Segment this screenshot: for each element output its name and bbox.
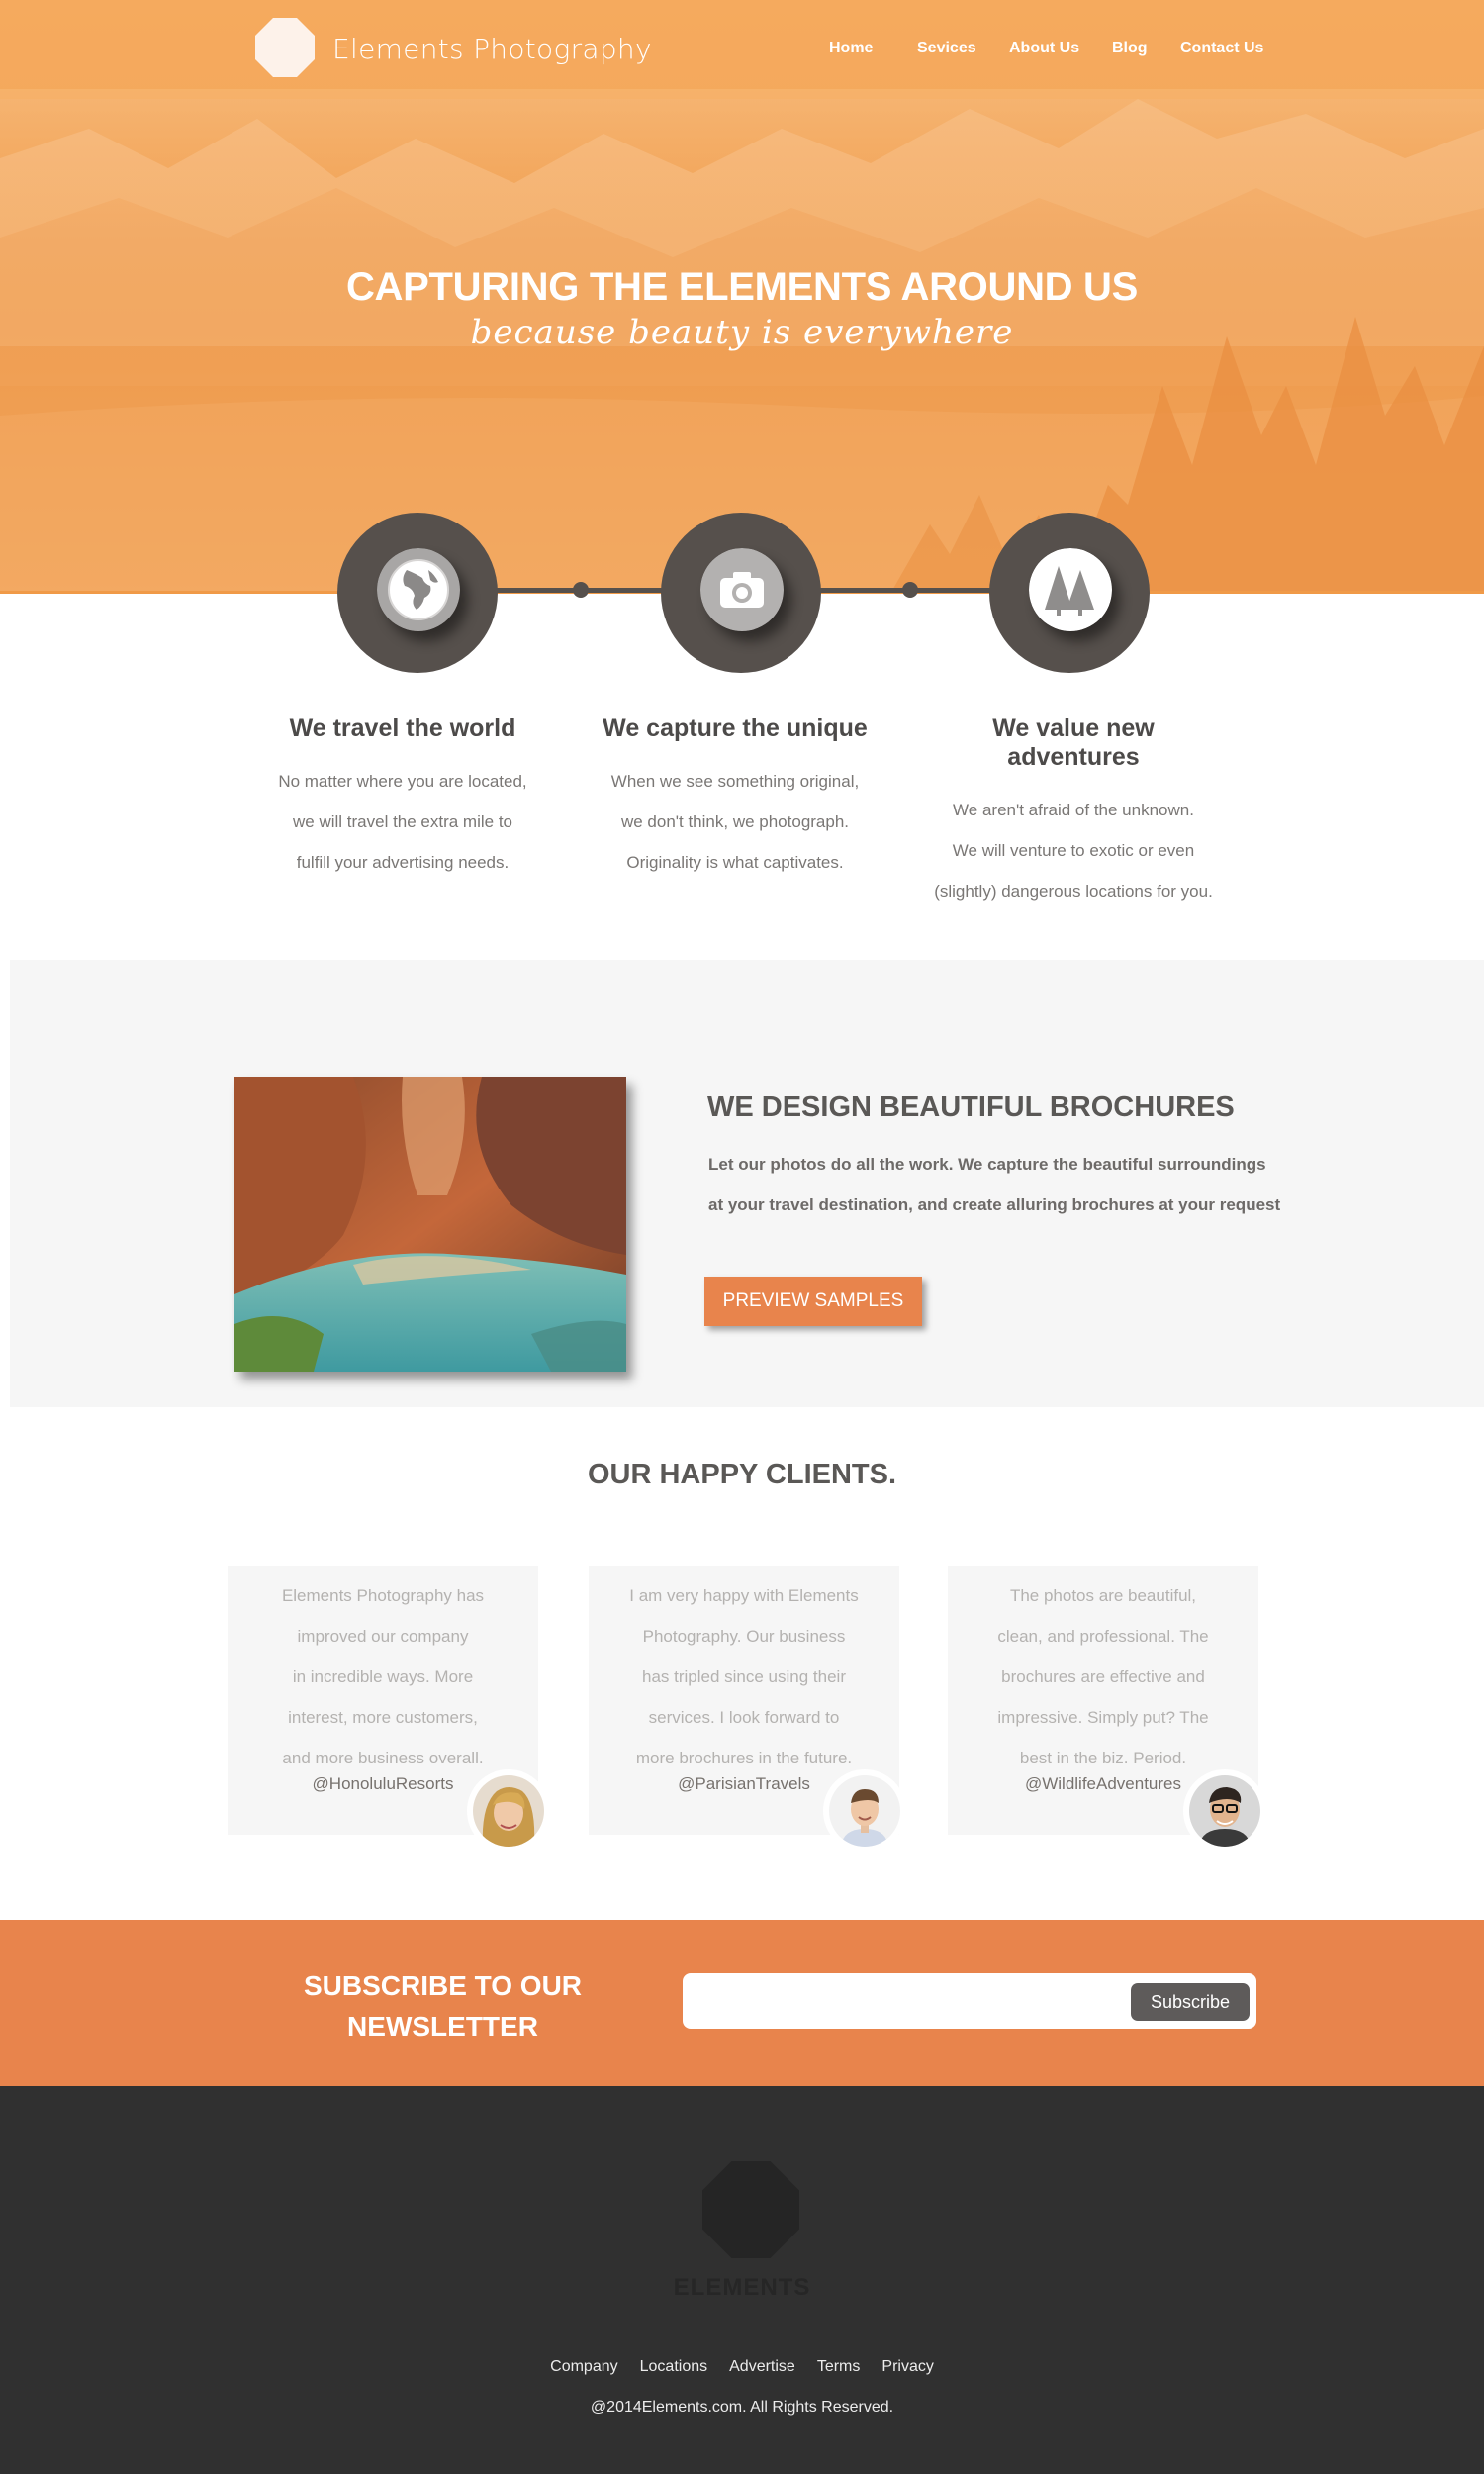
quote-line: in incredible ways. More xyxy=(292,1667,474,1686)
feature-line: we will travel the extra mile to xyxy=(292,812,513,831)
quote-line: impressive. Simply put? The xyxy=(997,1708,1209,1727)
feature-line: (slightly) dangerous locations for you. xyxy=(934,882,1213,901)
nav-home[interactable]: Home xyxy=(829,40,873,57)
quote-line: more brochures in the future. xyxy=(635,1749,853,1767)
hero-section: Elements Photography Home Sevices About … xyxy=(0,0,1484,594)
quote-line: best in the biz. Period. xyxy=(1019,1749,1187,1767)
feature-text: We aren't afraid of the unknown. We will… xyxy=(925,790,1222,911)
quote-line: has tripled since using their xyxy=(641,1667,846,1686)
main-nav: Home Sevices About Us Blog Contact Us xyxy=(0,40,1484,61)
footer-logo-text: ELEMENTS xyxy=(673,2274,811,2301)
copyright-text: @2014Elements.com. All Rights Reserved. xyxy=(590,2399,894,2416)
brochure-line: at your travel destination, and create a… xyxy=(708,1195,1281,1214)
quote-line: interest, more customers, xyxy=(288,1708,478,1727)
quote-line: improved our company xyxy=(297,1627,469,1646)
avatar xyxy=(1183,1769,1266,1853)
feature-adventures: We value new adventures We aren't afraid… xyxy=(925,714,1222,911)
footer-link-terms[interactable]: Terms xyxy=(817,2358,861,2376)
footer-link-locations[interactable]: Locations xyxy=(640,2358,708,2376)
nav-about-us[interactable]: About Us xyxy=(1009,40,1079,57)
quote-line: services. I look forward to xyxy=(648,1708,840,1727)
feature-circle-capture xyxy=(661,513,821,673)
quote-line: Elements Photography has xyxy=(281,1586,485,1605)
globe-icon xyxy=(377,548,460,631)
avatar xyxy=(467,1769,550,1853)
brochure-line: Let our photos do all the work. We captu… xyxy=(708,1155,1266,1174)
feature-circle-travel xyxy=(337,513,498,673)
newsletter-title-line: SUBSCRIBE TO OUR xyxy=(303,1970,583,2001)
quote-line: and more business overall. xyxy=(282,1749,484,1767)
clients-title: OUR HAPPY CLIENTS. xyxy=(587,1459,897,1490)
testimonial-quote: Elements Photography has improved our co… xyxy=(228,1575,538,1778)
newsletter-title-line: NEWSLETTER xyxy=(347,2011,538,2042)
footer-link-company[interactable]: Company xyxy=(550,2358,617,2376)
footer-link-privacy[interactable]: Privacy xyxy=(881,2358,933,2376)
canyon-river-photo xyxy=(234,1077,626,1372)
feature-line: we don't think, we photograph. xyxy=(620,812,850,831)
avatar xyxy=(823,1769,906,1853)
nav-services[interactable]: Sevices xyxy=(917,40,976,57)
footer-link-advertise[interactable]: Advertise xyxy=(729,2358,795,2376)
nav-blog[interactable]: Blog xyxy=(1112,40,1148,57)
feature-text: When we see something original, we don't… xyxy=(587,761,883,883)
feature-line: No matter where you are located, xyxy=(278,772,527,791)
testimonial-quote: The photos are beautiful, clean, and pro… xyxy=(948,1575,1258,1778)
newsletter-title: SUBSCRIBE TO OUR NEWSLETTER xyxy=(287,1965,599,2046)
feature-circle-adventures xyxy=(989,513,1150,673)
quote-line: clean, and professional. The xyxy=(997,1627,1209,1646)
quote-line: Photography. Our business xyxy=(642,1627,846,1646)
timeline-dot xyxy=(902,582,918,598)
quote-line: The photos are beautiful, xyxy=(1009,1586,1197,1605)
testimonial-quote: I am very happy with Elements Photograph… xyxy=(589,1575,899,1778)
footer-nav: Company Locations Advertise Terms Privac… xyxy=(0,2358,1484,2376)
brochure-text: Let our photos do all the work. We captu… xyxy=(708,1144,1322,1225)
hero-subtitle: because beauty is everywhere xyxy=(470,313,1014,352)
feature-line: When we see something original, xyxy=(610,772,860,791)
feature-line: Originality is what captivates. xyxy=(626,853,844,872)
feature-line: fulfill your advertising needs. xyxy=(296,853,510,872)
quote-line: I am very happy with Elements xyxy=(629,1586,859,1605)
quote-line: brochures are effective and xyxy=(1001,1667,1205,1686)
feature-title: We value new adventures xyxy=(992,714,1155,771)
trees-icon xyxy=(1029,548,1112,631)
feature-travel: We travel the world No matter where you … xyxy=(254,714,551,883)
brochure-title: WE DESIGN BEAUTIFUL BROCHURES xyxy=(707,1092,1235,1123)
timeline-dot xyxy=(573,582,589,598)
feature-capture: We capture the unique When we see someth… xyxy=(587,714,883,883)
subscribe-button[interactable]: Subscribe xyxy=(1131,1983,1250,2021)
feature-line: We will venture to exotic or even xyxy=(952,841,1195,860)
camera-icon xyxy=(700,548,784,631)
preview-samples-button[interactable]: PREVIEW SAMPLES xyxy=(704,1277,922,1326)
feature-line: We aren't afraid of the unknown. xyxy=(953,801,1194,819)
feature-title: We capture the unique xyxy=(603,714,868,742)
nav-contact-us[interactable]: Contact Us xyxy=(1180,40,1263,57)
hero-title: CAPTURING THE ELEMENTS AROUND US xyxy=(345,265,1139,309)
feature-text: No matter where you are located, we will… xyxy=(254,761,551,883)
feature-title: We travel the world xyxy=(289,714,516,742)
